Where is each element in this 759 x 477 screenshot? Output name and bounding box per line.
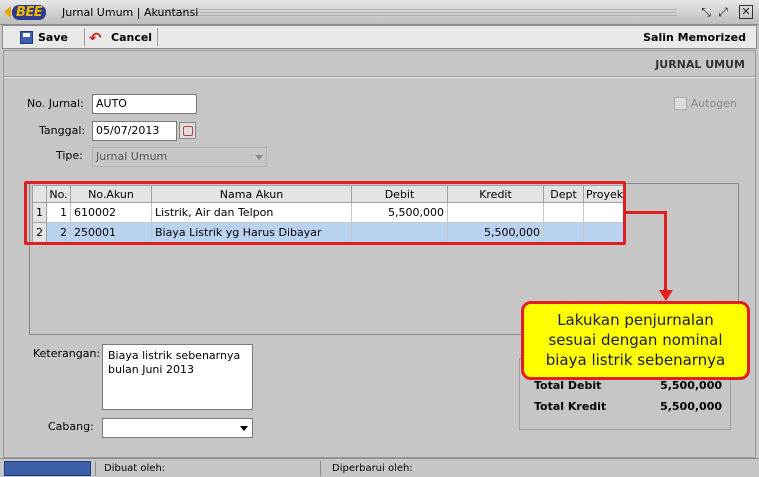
total-debit-label: Total Debit (534, 379, 602, 392)
table-row[interactable]: 1 1 610002 Listrik, Air dan Telpon 5,500… (32, 202, 627, 223)
diperbarui-oleh-label: Diperbarui oleh: (332, 463, 413, 474)
cell-proyek[interactable] (582, 202, 627, 223)
total-kredit-label: Total Kredit (534, 400, 607, 413)
title-bar[interactable]: BEE Jurnal Umum | Akuntansi ⤡ ⤢ ✕ (0, 0, 759, 25)
tanggal-input[interactable]: 05/07/2013 (92, 121, 177, 141)
toolbar: Save ↶ Cancel Salin Memorized (2, 25, 757, 49)
autogen-checkbox[interactable]: Autogen (673, 97, 737, 110)
cell-nama-akun[interactable]: Biaya Listrik yg Harus Dibayar (151, 222, 352, 243)
no-jurnal-label: No. Jurnal: (27, 97, 84, 110)
callout-line: sesuai dengan nominal (548, 331, 723, 349)
cell-dept[interactable] (543, 222, 584, 243)
tipe-value: Jurnal Umum (96, 150, 168, 163)
no-jurnal-input[interactable]: AUTO (92, 94, 197, 114)
logo-text: BEE (12, 4, 47, 20)
column-header-no-akun[interactable]: No.Akun (70, 185, 152, 203)
total-debit-value: 5,500,000 (660, 379, 722, 392)
column-header-rownum (32, 185, 47, 203)
total-kredit-value: 5,500,000 (660, 400, 722, 413)
column-header-nama-akun[interactable]: Nama Akun (151, 185, 352, 203)
cell-dept[interactable] (543, 202, 584, 223)
toolbar-separator (157, 28, 158, 46)
tipe-select[interactable]: Jurnal Umum (92, 147, 267, 167)
chevron-down-icon (255, 155, 263, 160)
save-button[interactable]: Save (20, 29, 68, 46)
cell-no-akun[interactable]: 250001 (70, 222, 152, 243)
annotation-callout: Lakukan penjurnalan sesuai dengan nomina… (521, 301, 750, 380)
callout-arrow-head (659, 290, 673, 301)
cell-proyek[interactable] (582, 222, 627, 243)
callout-line: Lakukan penjurnalan (557, 311, 714, 329)
cell-kredit[interactable]: 5,500,000 (447, 222, 544, 243)
column-header-debit[interactable]: Debit (351, 185, 448, 203)
toolbar-separator (84, 28, 85, 46)
section-divider (4, 76, 755, 78)
cabang-label: Cabang: (48, 420, 94, 433)
back-arrow-icon (4, 6, 11, 18)
close-icon[interactable]: ✕ (739, 5, 753, 19)
status-divider (320, 461, 321, 476)
dibuat-oleh-label: Dibuat oleh: (104, 463, 166, 474)
checkbox-icon (673, 97, 687, 110)
journal-table: No. No.Akun Nama Akun Debit Kredit Dept … (32, 185, 627, 243)
table-header-row: No. No.Akun Nama Akun Debit Kredit Dept … (32, 185, 627, 203)
status-bar: Dibuat oleh: Diperbarui oleh: (0, 458, 759, 477)
cancel-label: Cancel (111, 31, 153, 44)
cabang-select[interactable] (102, 418, 253, 438)
cell-no-akun[interactable]: 610002 (70, 202, 152, 223)
app-window: BEE Jurnal Umum | Akuntansi ⤡ ⤢ ✕ Save ↶… (0, 0, 759, 477)
column-header-kredit[interactable]: Kredit (447, 185, 544, 203)
keterangan-line: Biaya listrik sebenarnya (108, 349, 241, 362)
keterangan-textarea[interactable]: Biaya listrik sebenarnya bulan Juni 2013 (102, 344, 253, 410)
chevron-down-icon (240, 426, 248, 431)
app-logo: BEE (4, 4, 47, 20)
autogen-label: Autogen (690, 97, 737, 110)
cell-no[interactable]: 2 (46, 222, 71, 243)
column-header-dept[interactable]: Dept (543, 185, 584, 203)
total-kredit-row: Total Kredit 5,500,000 (534, 400, 722, 413)
callout-line: biaya listrik sebenarnya (545, 351, 726, 369)
callout-arrow-line (664, 211, 667, 291)
tipe-label: Tipe: (56, 149, 83, 162)
section-title: JURNAL UMUM (655, 58, 745, 71)
window-title: Jurnal Umum | Akuntansi (62, 6, 199, 19)
cell-nama-akun[interactable]: Listrik, Air dan Telpon (151, 202, 352, 223)
row-number[interactable]: 2 (32, 222, 47, 243)
save-label: Save (38, 31, 68, 44)
cell-debit[interactable] (351, 222, 448, 243)
row-number[interactable]: 1 (32, 202, 47, 223)
column-header-proyek[interactable]: Proyek (582, 185, 627, 203)
form-panel: JURNAL UMUM No. Jurnal: AUTO Tanggal: 05… (3, 50, 756, 458)
keterangan-label: Keterangan: (33, 347, 101, 360)
cell-no[interactable]: 1 (46, 202, 71, 223)
tanggal-label: Tanggal: (39, 124, 86, 137)
cell-debit[interactable]: 5,500,000 (351, 202, 448, 223)
status-divider (95, 461, 96, 476)
cell-kredit[interactable] (447, 202, 544, 223)
salin-memorized-button[interactable]: Salin Memorized (643, 31, 746, 44)
keterangan-line: bulan Juni 2013 (108, 363, 194, 376)
restore-icon[interactable]: ⤡ (699, 5, 713, 19)
column-header-no[interactable]: No. (46, 185, 71, 203)
calendar-icon[interactable] (179, 122, 196, 139)
floppy-disk-icon (20, 31, 33, 44)
callout-arrow-line (626, 211, 666, 214)
undo-arrow-icon: ↶ (89, 28, 102, 47)
status-indicator (4, 461, 91, 476)
maximize-icon[interactable]: ⤢ (716, 5, 730, 19)
table-row[interactable]: 2 2 250001 Biaya Listrik yg Harus Dibaya… (32, 222, 627, 243)
cancel-button[interactable]: ↶ Cancel (89, 29, 152, 46)
total-debit-row: Total Debit 5,500,000 (534, 379, 722, 392)
